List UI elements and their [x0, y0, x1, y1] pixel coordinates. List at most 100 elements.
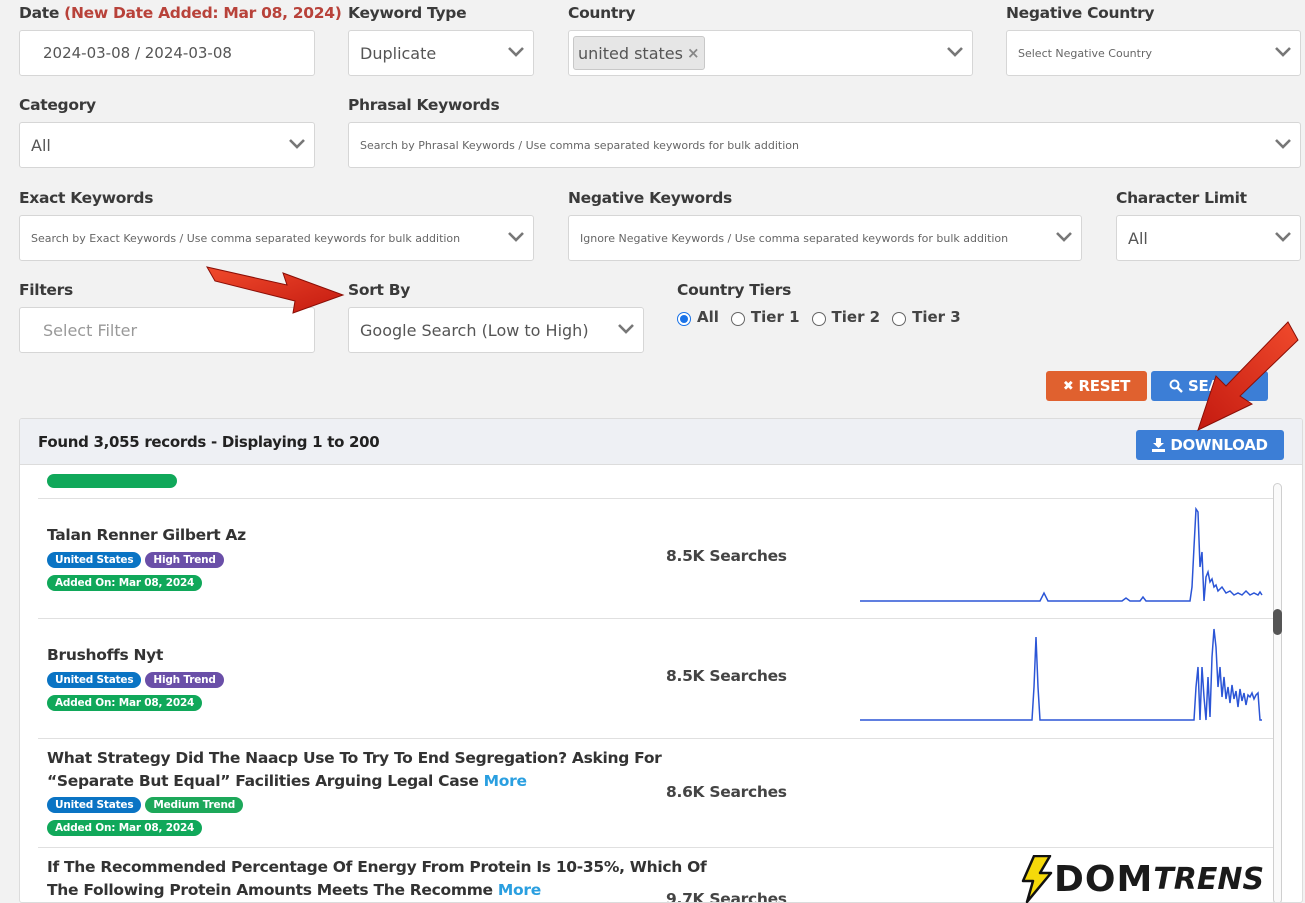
title-line-2: The Following Protein Amounts Meets The … [47, 881, 493, 899]
badge-group: United States Medium Trend [47, 797, 247, 813]
sort-by-select[interactable]: Google Search (Low to High) [348, 307, 644, 353]
trend-sparkline [860, 628, 1262, 721]
chevron-down-icon [507, 230, 525, 244]
download-icon [1152, 438, 1166, 452]
country-tiers-label: Country Tiers [677, 281, 792, 299]
results-header: Found 3,055 records - Displaying 1 to 20… [20, 419, 1302, 465]
chevron-down-icon [1055, 230, 1073, 244]
keyword-title[interactable]: If The Recommended Percentage Of Energy … [47, 856, 707, 902]
chevron-down-icon [617, 322, 635, 336]
negative-country-select[interactable]: Select Negative Country [1006, 30, 1301, 76]
badge-group: Added On: Mar 08, 2024 [47, 575, 206, 591]
new-date-note: (New Date Added: Mar 08, 2024) [64, 4, 342, 22]
chevron-down-icon [288, 137, 306, 151]
category-select[interactable]: All [19, 122, 315, 168]
negative-country-placeholder: Select Negative Country [1018, 46, 1152, 60]
negative-keywords-input[interactable]: Ignore Negative Keywords / Use comma sep… [568, 215, 1082, 261]
date-range-input[interactable]: 2024-03-08 / 2024-03-08 [19, 30, 315, 76]
tier-all-radio[interactable]: All [677, 308, 719, 326]
added-badge [47, 474, 177, 488]
exact-keywords-placeholder: Search by Exact Keywords / Use comma sep… [31, 231, 461, 245]
results-summary: Found 3,055 records - Displaying 1 to 20… [38, 432, 380, 451]
chevron-down-icon [946, 45, 964, 59]
country-tag: united states × [573, 36, 705, 70]
phrasal-keywords-placeholder: Search by Phrasal Keywords / Use comma s… [360, 138, 799, 152]
trend-badge: Medium Trend [145, 797, 244, 813]
search-volume: 9.7K Searches [666, 890, 787, 903]
download-label: DOWNLOAD [1170, 436, 1268, 454]
results-panel: Found 3,055 records - Displaying 1 to 20… [19, 418, 1303, 903]
logo-text-dom: DOM [1054, 858, 1154, 900]
trend-badge: High Trend [145, 672, 224, 688]
radio-checked-icon [677, 312, 691, 326]
reset-label: RESET [1078, 377, 1131, 395]
reset-button[interactable]: ✖ RESET [1046, 371, 1147, 401]
keyword-title[interactable]: Brushoffs Nyt [47, 644, 163, 667]
search-volume: 8.6K Searches [666, 783, 787, 801]
tier-3-radio[interactable]: Tier 3 [892, 308, 961, 326]
keyword-title[interactable]: Talan Renner Gilbert Az [47, 524, 246, 547]
added-date-badge: Added On: Mar 08, 2024 [47, 695, 203, 711]
tier-all-label: All [697, 308, 719, 326]
added-date-badge: Added On: Mar 08, 2024 [47, 575, 203, 591]
country-badge: United States [47, 672, 142, 688]
list-item[interactable] [38, 466, 1274, 499]
date-range-value: 2024-03-08 / 2024-03-08 [43, 44, 232, 62]
date-label: Date (New Date Added: Mar 08, 2024) [19, 4, 342, 22]
filter-placeholder: Select Filter [43, 320, 138, 340]
logo-text-trens: TRENS [1153, 861, 1265, 897]
sort-by-value: Google Search (Low to High) [360, 320, 589, 340]
phrasal-keywords-input[interactable]: Search by Phrasal Keywords / Use comma s… [348, 122, 1301, 168]
search-volume: 8.5K Searches [666, 547, 787, 565]
list-item[interactable]: What Strategy Did The Naacp Use To Try T… [38, 739, 1274, 848]
country-tiers-radio-group: All Tier 1 Tier 2 Tier 3 [677, 308, 973, 326]
tier-3-label: Tier 3 [912, 308, 961, 326]
badge-group: United States High Trend [47, 552, 228, 568]
keyword-title[interactable]: What Strategy Did The Naacp Use To Try T… [47, 747, 662, 793]
chevron-down-icon [1274, 137, 1292, 151]
radio-unchecked-icon [730, 312, 745, 326]
scrollbar-thumb[interactable] [1273, 609, 1282, 635]
country-tag-label: united states [578, 43, 683, 63]
remove-tag-icon[interactable]: × [687, 44, 700, 62]
badge-group: United States High Trend [47, 672, 228, 688]
keyword-type-value: Duplicate [360, 43, 437, 63]
keyword-type-select[interactable]: Duplicate [348, 30, 534, 76]
search-icon [1169, 379, 1183, 393]
list-item[interactable]: Talan Renner Gilbert Az United States Hi… [38, 499, 1274, 619]
chevron-down-icon [507, 45, 525, 59]
character-limit-label: Character Limit [1116, 189, 1247, 207]
trend-badge: High Trend [145, 552, 224, 568]
keyword-type-label: Keyword Type [348, 4, 467, 22]
country-label: Country [568, 4, 636, 22]
category-value: All [31, 135, 51, 155]
domtrens-logo: DOM TRENS [1020, 855, 1264, 903]
country-badge: United States [47, 552, 142, 568]
country-select[interactable]: united states × [568, 30, 973, 76]
chevron-down-icon [1274, 230, 1292, 244]
sort-by-label: Sort By [348, 281, 411, 299]
country-badge: United States [47, 797, 142, 813]
tier-1-label: Tier 1 [750, 308, 800, 326]
character-limit-value: All [1128, 228, 1148, 248]
search-volume: 8.5K Searches [666, 667, 787, 685]
lightning-icon [1021, 855, 1053, 903]
tier-1-radio[interactable]: Tier 1 [730, 308, 800, 326]
tier-2-radio[interactable]: Tier 2 [811, 308, 881, 326]
negative-keywords-label: Negative Keywords [568, 189, 732, 207]
character-limit-select[interactable]: All [1116, 215, 1301, 261]
more-link[interactable]: More [498, 881, 541, 899]
results-scrollbar[interactable] [1273, 483, 1282, 902]
title-line-1: If The Recommended Percentage Of Energy … [47, 858, 707, 876]
close-icon: ✖ [1062, 378, 1074, 394]
radio-unchecked-icon [811, 312, 826, 326]
badge-group: Added On: Mar 08, 2024 [47, 695, 206, 711]
exact-keywords-label: Exact Keywords [19, 189, 154, 207]
title-line-2: “Separate But Equal” Facilities Arguing … [47, 772, 479, 790]
phrasal-keywords-label: Phrasal Keywords [348, 96, 500, 114]
more-link[interactable]: More [484, 772, 527, 790]
download-button[interactable]: DOWNLOAD [1136, 430, 1284, 460]
list-item[interactable]: Brushoffs Nyt United States High Trend A… [38, 619, 1274, 739]
tier-2-label: Tier 2 [831, 308, 881, 326]
radio-unchecked-icon [892, 312, 907, 326]
